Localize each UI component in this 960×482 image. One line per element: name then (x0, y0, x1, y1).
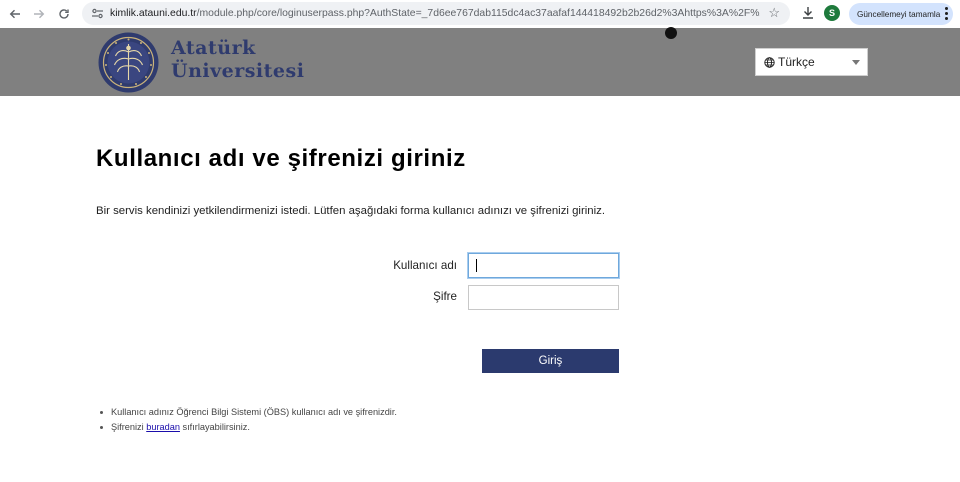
brand-line-1: Atatürk (171, 37, 256, 59)
star-icon[interactable]: ☆ (768, 5, 780, 21)
forward-arrow-icon[interactable] (29, 4, 49, 24)
page-title: Kullanıcı adı ve şifrenizi giriniz (96, 145, 466, 172)
note-reset-prefix: Şifrenizi (111, 422, 147, 432)
password-label: Şifre (433, 290, 457, 303)
language-select[interactable]: Türkçe (755, 48, 868, 76)
text-caret (476, 259, 477, 272)
password-reset-link[interactable]: buradan (146, 422, 180, 432)
username-input[interactable] (468, 253, 619, 278)
university-seal-logo (98, 32, 159, 93)
site-header: Atatürk Üniversitesi Türkçe (0, 28, 960, 96)
profile-avatar[interactable]: S (824, 5, 840, 21)
language-value: Türkçe (778, 55, 815, 69)
url-path: /module.php/core/loginuserpass.php?AuthS… (196, 8, 760, 19)
url-text: kimlik.atauni.edu.tr/module.php/core/log… (110, 8, 760, 19)
globe-icon (764, 56, 775, 68)
login-button[interactable]: Giriş (482, 349, 619, 373)
note-reset-suffix: sıfırlayabilirsiniz. (179, 422, 250, 432)
browser-toolbar: kimlik.atauni.edu.tr/module.php/core/log… (0, 0, 960, 28)
menu-kebab-icon[interactable] (945, 7, 948, 20)
update-button[interactable]: Güncellemeyi tamamla (849, 3, 953, 25)
brand-line-2: Üniversitesi (171, 60, 305, 82)
chevron-down-icon (852, 60, 860, 65)
address-bar[interactable]: kimlik.atauni.edu.tr/module.php/core/log… (82, 2, 790, 25)
note-password-reset: Şifrenizi buradan sıfırlayabilirsiniz. (96, 420, 397, 435)
note-username-text: Kullanıcı adınız Öğrenci Bilgi Sistemi (… (111, 407, 397, 417)
university-name: Atatürk Üniversitesi (171, 37, 304, 83)
username-label: Kullanıcı adı (393, 259, 457, 272)
download-icon[interactable] (799, 4, 817, 22)
intro-text: Bir servis kendinizi yetkilendirmenizi i… (96, 205, 605, 217)
url-host: kimlik.atauni.edu.tr (110, 8, 197, 19)
help-notes: Kullanıcı adınız Öğrenci Bilgi Sistemi (… (96, 405, 397, 435)
password-input[interactable] (468, 285, 619, 310)
update-label: Güncellemeyi tamamla (857, 9, 941, 19)
reload-icon[interactable] (54, 4, 74, 24)
mouse-cursor (665, 27, 677, 39)
note-username-info: Kullanıcı adınız Öğrenci Bilgi Sistemi (… (96, 405, 397, 420)
site-info-icon[interactable] (88, 5, 106, 23)
back-arrow-icon[interactable] (5, 4, 25, 24)
